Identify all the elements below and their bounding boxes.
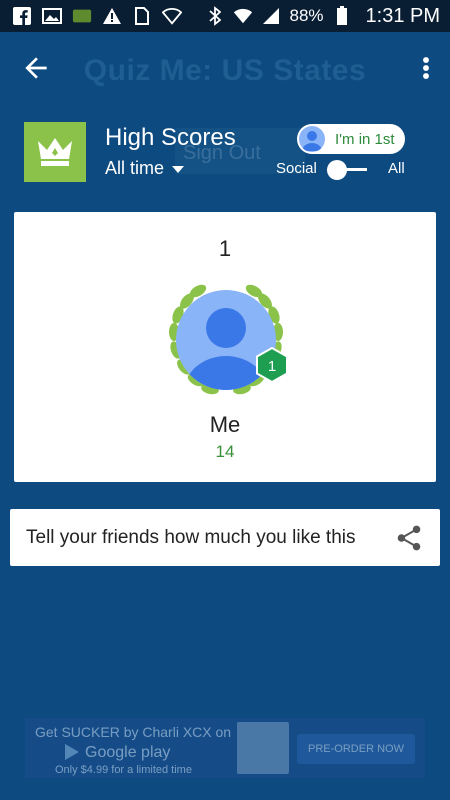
ad-preorder-button[interactable]: PRE-ORDER NOW: [297, 734, 415, 764]
bluetooth-icon: [205, 6, 225, 26]
dropdown-caret-icon: [172, 166, 185, 173]
player-avatar: [176, 290, 276, 390]
player-avatar-with-laurel[interactable]: 1: [156, 280, 296, 410]
ad-line-2: Google play: [85, 744, 171, 761]
signal-icon: [261, 6, 281, 26]
google-play-icon: [65, 744, 79, 760]
avatar: [299, 126, 325, 152]
badge-88-icon: [72, 6, 92, 26]
wifi-icon: [162, 6, 182, 26]
warning-icon: [102, 6, 122, 26]
battery-icon: [332, 6, 352, 26]
wifi-signal-icon: [233, 6, 253, 26]
ad-banner[interactable]: Get SUCKER by Charli XCX on Google play …: [25, 718, 425, 778]
player-name: Me: [209, 412, 241, 437]
share-row[interactable]: Tell your friends how much you like this: [10, 509, 440, 566]
ad-line-3: Only $4.99 for a limited time: [55, 764, 192, 776]
app-title: Quiz Me: US States: [83, 54, 367, 87]
time-filter-label: All time: [105, 158, 165, 178]
status-bar-left: [0, 6, 182, 26]
share-text: Tell your friends how much you like this: [26, 527, 356, 548]
more-vert-icon: [423, 57, 429, 79]
toggle-thumb: [327, 160, 347, 180]
status-bar: 88% 1:31 PM: [0, 0, 450, 32]
ad-line-1: Get SUCKER by Charli XCX on: [35, 724, 232, 740]
leaderboard-crown-tile: [24, 122, 86, 182]
rank-number: 1: [218, 236, 232, 261]
ad-artist-image: [237, 722, 289, 774]
overflow-menu-button[interactable]: [418, 52, 434, 84]
app-bar: Quiz Me: US States: [0, 32, 450, 102]
social-all-toggle[interactable]: [327, 158, 369, 182]
back-button[interactable]: [20, 52, 52, 84]
player-score: 14: [215, 442, 235, 461]
battery-percent: 88%: [289, 6, 324, 25]
im-in-first-chip[interactable]: I'm in 1st: [297, 124, 405, 154]
rank-hex-badge-label: 1: [268, 358, 276, 375]
leaderboard-card: 1 1 Me 14: [14, 212, 436, 482]
time-filter-dropdown[interactable]: All time: [105, 158, 185, 179]
page-title: High Scores: [105, 124, 236, 151]
crown-icon: [38, 138, 72, 166]
image-icon: [42, 6, 62, 26]
im-in-first-label: I'm in 1st: [335, 130, 395, 148]
share-icon[interactable]: [396, 524, 422, 552]
sim-icon: [132, 6, 152, 26]
facebook-icon: [12, 6, 32, 26]
arrow-back-icon: [25, 57, 47, 79]
rank-hex-badge: 1: [256, 346, 288, 384]
toggle-all-label: All: [388, 160, 405, 177]
status-bar-right: 88% 1:31 PM: [205, 5, 450, 28]
toggle-social-label: Social: [276, 160, 317, 177]
status-time: 1:31 PM: [365, 4, 440, 27]
